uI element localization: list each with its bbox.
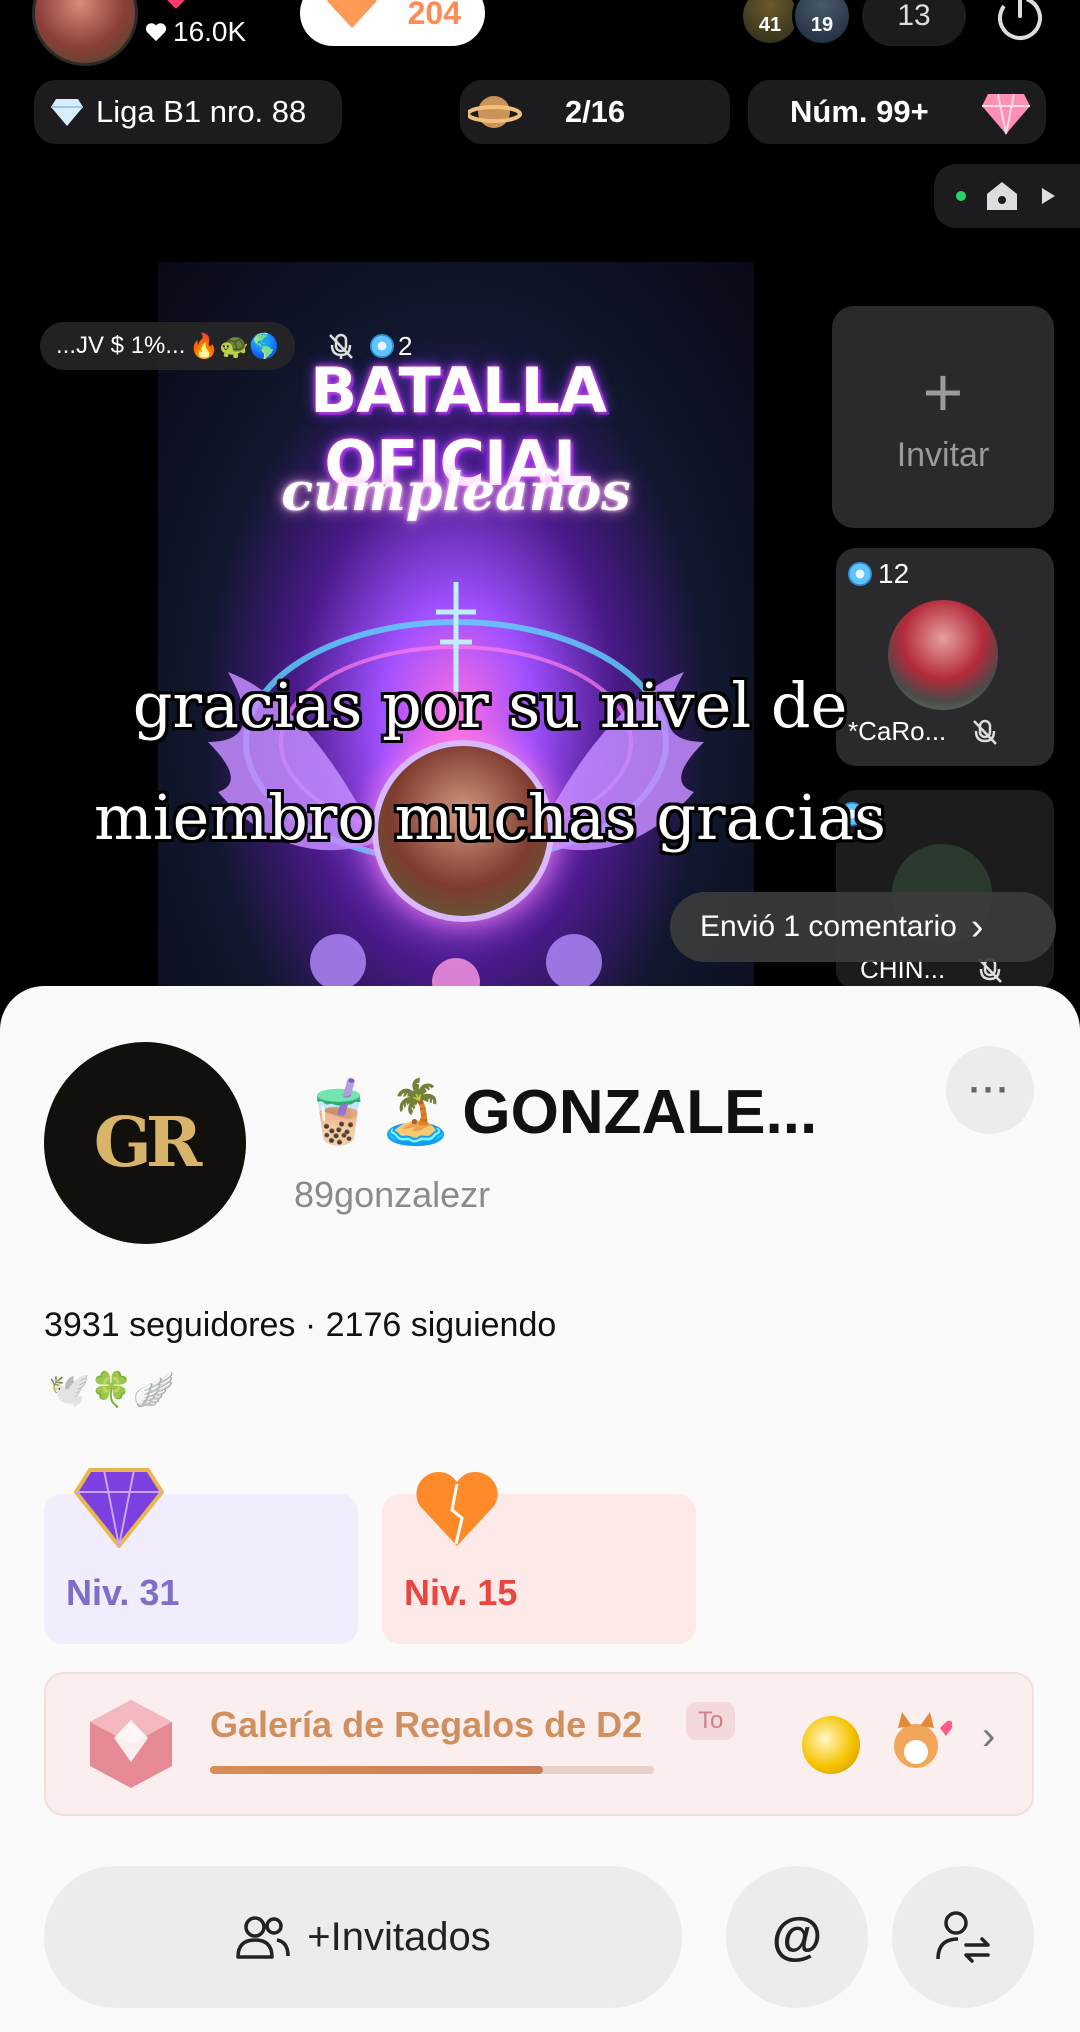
home-icon[interactable] [984,179,1020,213]
mic-off-icon [973,719,998,745]
power-icon[interactable] [994,0,1046,42]
gem-icon [848,562,872,586]
battle-score: 204 [407,0,461,31]
gift-gallery-label: Galería de Regalos de D2 [210,1704,643,1745]
member-level: Niv. 31 [66,1572,180,1613]
host-top-text [162,0,190,17]
gift-gallery-progress [210,1766,654,1774]
coin-gift-icon [802,1716,860,1774]
live-dot [956,191,966,201]
profile-sheet: GR 🧋🏝️ GONZALE... 89gonzalezr ··· 3931 s… [0,986,1080,2032]
invite-guests-label: +Invitados [307,1914,491,1959]
battle-score-pill[interactable]: 204 [300,0,485,46]
invite-slot-button[interactable]: + Invitar [832,306,1054,528]
league-label: Liga B1 nro. 88 [96,94,307,129]
profile-badges: 🕊️🍀🪽 [48,1371,176,1409]
host-tag-text: ...JV $ 1%... [56,332,186,359]
host-avatar[interactable] [32,0,138,66]
caption-line: miembro muchas gracias [94,781,886,854]
poster-subtitle: cumpleaños [281,462,631,523]
heart-icon [145,23,167,42]
video-caption: gracias por su nivel de miembro muchas g… [60,650,920,874]
gem-icon [982,93,1030,135]
caption-line: gracias por su nivel de [132,669,848,742]
number-label: Núm. 99+ [790,94,929,129]
viewer-count[interactable]: 13 [862,0,966,46]
stream-controls[interactable] [934,164,1080,228]
viewer-avatar[interactable]: 41 [740,0,800,46]
host-tag-emojis: 🔥🐢🌎 [189,332,280,360]
gift-gallery-card[interactable]: Galería de Regalos de D2 To › [44,1672,1034,1816]
play-icon[interactable] [1038,185,1058,207]
chevron-right-icon: › [982,1714,996,1758]
profile-name-text: GONZALE... [462,1078,818,1147]
profile-avatar[interactable]: GR [44,1042,246,1244]
follow-stats[interactable]: 3931 seguidores · 2176 siguiendo [44,1306,556,1345]
rank-label: 2/16 [564,94,626,129]
diamond-icon [51,99,83,126]
guest-gems: 12 [848,558,909,590]
number-pill[interactable]: Núm. 99+ [748,80,1046,144]
stream-video[interactable]: BATALLA OFICIAL cumpleaños [158,262,754,1002]
host-status: 2 [326,322,412,370]
gift-gallery-tag: To [686,1702,736,1740]
likes-count: 16.0K [173,16,247,47]
switch-user-button[interactable] [892,1866,1034,2008]
comments-label: Envió 1 comentario [700,910,957,943]
heart-icon [327,0,377,28]
heart-icon [167,0,185,9]
fan-level-card[interactable]: Niv. 15 [382,1471,696,1644]
switch-user-icon [936,1911,990,1963]
profile-name-emojis: 🧋🏝️ [300,1078,455,1147]
top-viewers[interactable]: 41 19 [740,0,852,46]
likes-counter: 16.0K [145,16,246,48]
chevron-right-icon: › [970,905,984,948]
plus-icon: + [922,352,964,431]
profile-handle: 89gonzalezr [294,1174,491,1215]
profile-name: 🧋🏝️ GONZALE... [300,1076,817,1149]
fan-level: Niv. 15 [404,1572,518,1613]
invite-guests-button[interactable]: +Invitados [44,1866,682,2008]
planet-icon [468,96,522,128]
heart-icon [416,1471,498,1546]
gem-icon [370,334,394,358]
host-tag[interactable]: ...JV $ 1%... 🔥🐢🌎 [40,322,296,370]
mention-button[interactable]: @ [726,1866,868,2008]
viewer-avatar[interactable]: 19 [792,0,852,46]
league-pill[interactable]: Liga B1 nro. 88 [34,80,342,144]
member-level-card[interactable]: Niv. 31 [44,1468,358,1644]
gift-cube-icon [90,1700,172,1788]
users-icon [236,1916,291,1959]
rank-pill[interactable]: 2/16 [460,80,730,144]
mic-off-icon [329,333,353,359]
host-gem-count: 2 [398,330,413,361]
diamond-icon [74,1468,164,1548]
progress-fill [210,1766,543,1774]
invite-label: Invitar [896,435,990,474]
more-options-button[interactable]: ··· [946,1046,1034,1134]
corgi-gift-icon [894,1712,952,1768]
comments-button[interactable]: Envió 1 comentario › [670,892,1056,962]
